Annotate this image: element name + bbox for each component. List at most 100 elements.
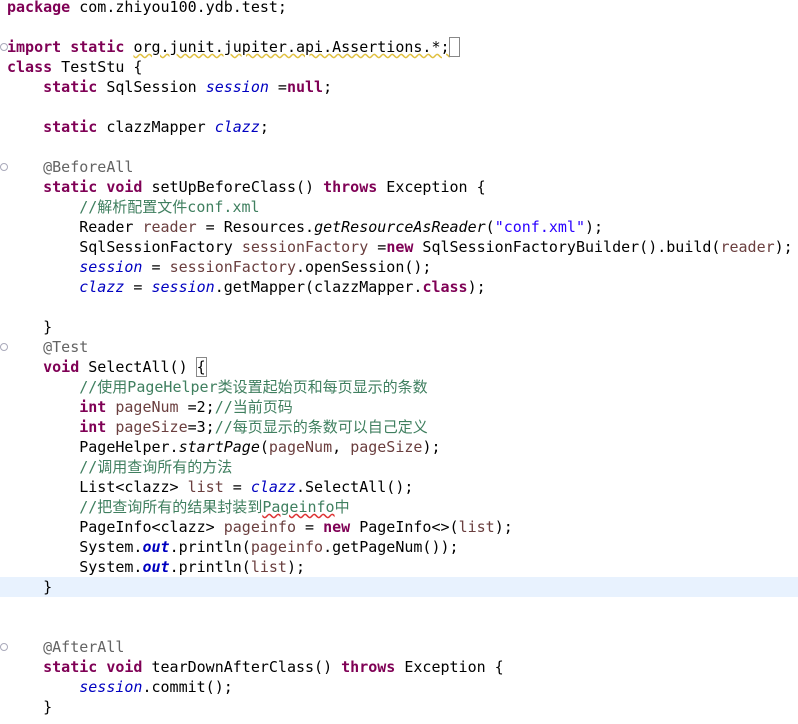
code-token: com.zhiyou100.ydb.test; bbox=[70, 0, 287, 16]
code-editor[interactable]: package com.zhiyou100.ydb.test; import s… bbox=[0, 0, 798, 717]
code-token: out bbox=[142, 558, 170, 576]
code-token: @AfterAll bbox=[43, 638, 125, 656]
code-line[interactable]: //使用PageHelper类设置起始页和每页显示的条数 bbox=[0, 377, 798, 397]
code-token: ); bbox=[422, 438, 441, 456]
code-token: .println( bbox=[169, 538, 251, 556]
code-token: session bbox=[79, 678, 143, 696]
code-line[interactable] bbox=[0, 137, 798, 157]
fold-toggle-icon[interactable] bbox=[0, 643, 8, 651]
code-line[interactable]: import static org.junit.jupiter.api.Asse… bbox=[0, 37, 798, 57]
code-line[interactable]: int pageNum =2;//当前页码 bbox=[0, 397, 798, 417]
code-token: List<clazz> bbox=[7, 478, 188, 496]
code-line[interactable]: //把查询所有的结果封装到Pageinfo中 bbox=[0, 497, 798, 517]
code-token: clazz bbox=[214, 118, 260, 136]
code-token: pageSize bbox=[350, 438, 423, 456]
code-line[interactable]: Reader reader = Resources.getResourceAsR… bbox=[0, 217, 798, 237]
code-token: throws bbox=[323, 178, 378, 196]
code-token: SqlSession bbox=[97, 78, 206, 96]
code-token: new bbox=[386, 238, 414, 256]
fold-toggle-icon[interactable] bbox=[0, 343, 8, 351]
code-token: session bbox=[151, 278, 215, 296]
code-token: ; bbox=[323, 78, 333, 96]
code-token: void bbox=[106, 178, 143, 196]
code-token: @BeforeAll bbox=[43, 158, 134, 176]
code-token: .getPageNum()); bbox=[323, 538, 459, 556]
code-line[interactable]: static clazzMapper clazz; bbox=[0, 117, 798, 137]
code-token: class bbox=[422, 278, 468, 296]
code-line[interactable]: @AfterAll bbox=[0, 637, 798, 657]
code-token: new bbox=[323, 518, 351, 536]
code-line[interactable]: } bbox=[0, 577, 798, 597]
code-line[interactable]: SqlSessionFactory sessionFactory =new Sq… bbox=[0, 237, 798, 257]
code-line[interactable]: //调用查询所有的方法 bbox=[0, 457, 798, 477]
code-line[interactable]: static SqlSession session =null; bbox=[0, 77, 798, 97]
code-token: Pageinfo bbox=[262, 498, 335, 516]
code-line[interactable]: static void setUpBeforeClass() throws Ex… bbox=[0, 177, 798, 197]
code-token: = bbox=[368, 238, 387, 256]
code-token: ); bbox=[585, 218, 604, 236]
code-token: PageInfo<clazz> bbox=[7, 518, 224, 536]
code-token: .SelectAll(); bbox=[296, 478, 414, 496]
code-token: ); bbox=[467, 278, 486, 296]
code-token: "conf.xml" bbox=[494, 218, 585, 236]
code-line[interactable] bbox=[0, 597, 798, 617]
code-token: void bbox=[106, 658, 143, 676]
code-token: pageSize bbox=[115, 418, 188, 436]
code-line[interactable]: static void tearDownAfterClass() throws … bbox=[0, 657, 798, 677]
code-token: = Resources. bbox=[196, 218, 315, 236]
code-token: clazzMapper bbox=[97, 118, 215, 136]
code-line[interactable]: System.out.println(pageinfo.getPageNum()… bbox=[0, 537, 798, 557]
code-line[interactable]: //解析配置文件conf.xml bbox=[0, 197, 798, 217]
code-line[interactable]: List<clazz> list = clazz.SelectAll(); bbox=[0, 477, 798, 497]
code-line[interactable]: PageInfo<clazz> pageinfo = new PageInfo<… bbox=[0, 517, 798, 537]
code-token: class bbox=[7, 58, 53, 76]
code-line[interactable]: PageHelper.startPage(pageNum, pageSize); bbox=[0, 437, 798, 457]
code-line[interactable]: int pageSize=3;//每页显示的条数可以自己定义 bbox=[0, 417, 798, 437]
fold-toggle-icon[interactable] bbox=[0, 163, 8, 171]
code-token: //把查询所有的结果封装到 bbox=[79, 498, 263, 516]
code-line[interactable] bbox=[0, 617, 798, 637]
code-line[interactable]: System.out.println(list); bbox=[0, 557, 798, 577]
code-line[interactable]: session.commit(); bbox=[0, 677, 798, 697]
code-token: //解析配置文件conf.xml bbox=[79, 198, 260, 216]
code-token: .println( bbox=[169, 558, 251, 576]
code-token: throws bbox=[341, 658, 396, 676]
code-line[interactable]: session = sessionFactory.openSession(); bbox=[0, 257, 798, 277]
code-token: =3; bbox=[187, 418, 215, 436]
code-token: int bbox=[79, 398, 107, 416]
fold-toggle-icon[interactable] bbox=[0, 43, 8, 51]
code-line[interactable]: clazz = session.getMapper(clazzMapper.cl… bbox=[0, 277, 798, 297]
code-token: sessionFactory bbox=[241, 238, 369, 256]
code-line[interactable]: } bbox=[0, 317, 798, 337]
code-token: SelectAll() bbox=[79, 358, 197, 376]
code-line[interactable]: @BeforeAll bbox=[0, 157, 798, 177]
code-token: { bbox=[195, 357, 207, 377]
code-token: System. bbox=[7, 558, 143, 576]
code-line[interactable] bbox=[0, 297, 798, 317]
code-token: } bbox=[7, 698, 53, 716]
code-line[interactable]: package com.zhiyou100.ydb.test; bbox=[0, 0, 798, 17]
code-line[interactable]: class TestStu { bbox=[0, 57, 798, 77]
code-token: ( bbox=[485, 218, 495, 236]
code-token: sessionFactory bbox=[169, 258, 296, 276]
code-token: //使用PageHelper类设置起始页和每页显示的条数 bbox=[79, 378, 428, 396]
code-token: import bbox=[7, 38, 62, 56]
code-line[interactable]: void SelectAll() { bbox=[0, 357, 798, 377]
code-line[interactable]: @Test bbox=[0, 337, 798, 357]
code-token: ); bbox=[286, 558, 306, 576]
code-token: .openSession(); bbox=[296, 258, 432, 276]
code-token: list bbox=[250, 558, 287, 576]
code-line[interactable] bbox=[0, 97, 798, 117]
code-line[interactable]: } bbox=[0, 697, 798, 717]
code-line[interactable] bbox=[0, 17, 798, 37]
code-token: reader bbox=[142, 218, 197, 236]
